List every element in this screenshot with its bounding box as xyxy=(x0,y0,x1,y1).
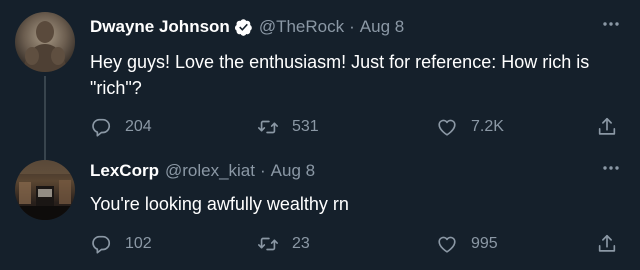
like-button[interactable]: 995 xyxy=(436,230,498,258)
tweet-header: Dwayne Johnson @TheRock · Aug 8 xyxy=(90,15,404,39)
share-icon xyxy=(596,116,618,138)
tweet[interactable]: Dwayne Johnson @TheRock · Aug 8 Hey guys… xyxy=(0,0,640,164)
avatar[interactable] xyxy=(15,160,75,220)
like-button[interactable]: 7.2K xyxy=(436,113,504,141)
more-horizontal-icon[interactable] xyxy=(600,158,622,178)
tweet-date[interactable]: Aug 8 xyxy=(360,17,404,37)
share-button[interactable] xyxy=(596,230,618,258)
reply-count: 102 xyxy=(125,235,152,252)
retweet-count: 23 xyxy=(292,235,310,252)
reply-count: 204 xyxy=(125,118,152,135)
user-handle[interactable]: @TheRock xyxy=(259,17,344,37)
tweet-actions: 102 23 995 xyxy=(90,230,635,258)
heart-icon xyxy=(436,116,458,138)
tweet-header: LexCorp @rolex_kiat · Aug 8 xyxy=(90,159,315,183)
verified-badge-icon xyxy=(234,18,253,37)
reply-button[interactable]: 204 xyxy=(90,113,152,141)
more-horizontal-icon[interactable] xyxy=(600,14,622,34)
display-name[interactable]: LexCorp xyxy=(90,161,159,181)
user-handle[interactable]: @rolex_kiat xyxy=(165,161,255,181)
display-name[interactable]: Dwayne Johnson xyxy=(90,17,230,37)
separator-dot: · xyxy=(259,161,266,180)
avatar[interactable] xyxy=(15,12,75,72)
tweet-text: You're looking awfully wealthy rn xyxy=(90,194,349,214)
tweet-date[interactable]: Aug 8 xyxy=(271,161,315,181)
retweet-icon xyxy=(257,233,279,255)
like-count: 995 xyxy=(471,235,498,252)
share-button[interactable] xyxy=(596,113,618,141)
tweet[interactable]: LexCorp @rolex_kiat · Aug 8 You're looki… xyxy=(0,148,640,270)
separator-dot: · xyxy=(349,17,355,36)
reply-button[interactable]: 102 xyxy=(90,230,152,258)
retweet-button[interactable]: 23 xyxy=(257,230,310,258)
retweet-icon xyxy=(257,116,279,138)
heart-icon xyxy=(436,233,458,255)
tweet-text: Hey guys! Love the enthusiasm! Just for … xyxy=(90,52,590,98)
retweet-count: 531 xyxy=(292,118,319,135)
reply-icon xyxy=(90,116,112,138)
tweet-actions: 204 531 7.2K xyxy=(90,113,635,141)
share-icon xyxy=(596,233,618,255)
retweet-button[interactable]: 531 xyxy=(257,113,319,141)
reply-icon xyxy=(90,233,112,255)
like-count: 7.2K xyxy=(471,118,504,135)
